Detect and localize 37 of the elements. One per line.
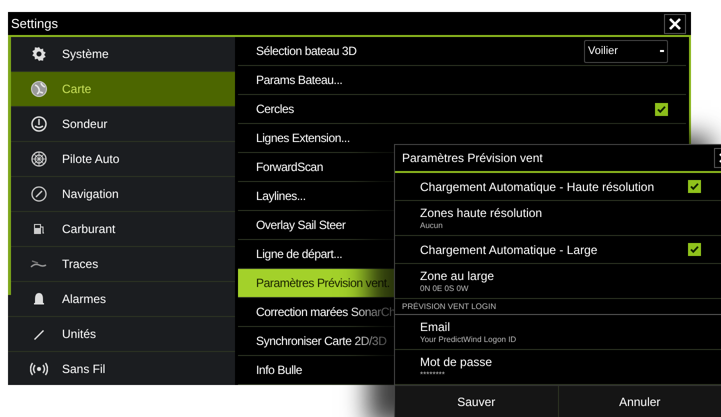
settings-row[interactable]: Chargement Automatique - Haute résolution bbox=[395, 173, 721, 201]
boat-dropdown[interactable]: Voilier bbox=[584, 40, 668, 62]
close-button[interactable] bbox=[664, 14, 686, 34]
sidebar-item[interactable]: Traces bbox=[8, 247, 235, 282]
globe-icon bbox=[30, 80, 48, 98]
checkbox[interactable] bbox=[655, 102, 668, 116]
settings-row[interactable]: Chargement Automatique - Large bbox=[395, 236, 721, 264]
wireless-icon bbox=[30, 360, 48, 378]
settings-row[interactable]: Zone au large 0N 0E 0S 0W bbox=[395, 264, 721, 299]
close-icon bbox=[669, 18, 681, 30]
settings-row[interactable]: Cercles bbox=[238, 95, 686, 124]
settings-row[interactable]: Sélection bateau 3D Voilier bbox=[238, 37, 686, 66]
settings-row[interactable]: Email Your PredictWind Logon ID bbox=[395, 315, 721, 350]
settings-icon bbox=[30, 45, 48, 63]
dialog-button[interactable]: Annuler bbox=[558, 386, 721, 417]
section-heading: PRÉVISION VENT LOGIN bbox=[402, 301, 496, 313]
sidebar-item[interactable]: Carte bbox=[8, 72, 235, 107]
sidebar-item[interactable]: Pilote Auto bbox=[8, 142, 235, 177]
sidebar-item[interactable]: Carburant bbox=[8, 212, 235, 247]
checkbox[interactable] bbox=[688, 243, 701, 256]
track-line-icon bbox=[30, 260, 48, 268]
checkbox[interactable] bbox=[688, 180, 701, 193]
dialog-button[interactable]: Sauver bbox=[395, 386, 558, 417]
sidebar-item[interactable]: Navigation bbox=[8, 177, 235, 212]
settings-row[interactable]: Zones haute résolution Aucun bbox=[395, 201, 721, 236]
scroll-bar[interactable] bbox=[8, 37, 11, 295]
sidebar-item[interactable]: Sans Fil bbox=[8, 352, 235, 385]
caret-icon bbox=[660, 50, 664, 52]
sidebar-item[interactable]: Sondeur bbox=[8, 107, 235, 142]
sonar-icon bbox=[30, 115, 48, 133]
compass-icon bbox=[30, 185, 48, 203]
sidebar-item[interactable]: Unités bbox=[8, 317, 235, 352]
window-title: Settings bbox=[11, 14, 58, 33]
settings-row[interactable]: Params Bateau... bbox=[238, 66, 686, 95]
sidebar-item[interactable]: Alarmes bbox=[8, 282, 235, 317]
helm-wheel-icon bbox=[30, 150, 48, 168]
dialog-title: Paramètres Prévision vent bbox=[402, 150, 543, 167]
